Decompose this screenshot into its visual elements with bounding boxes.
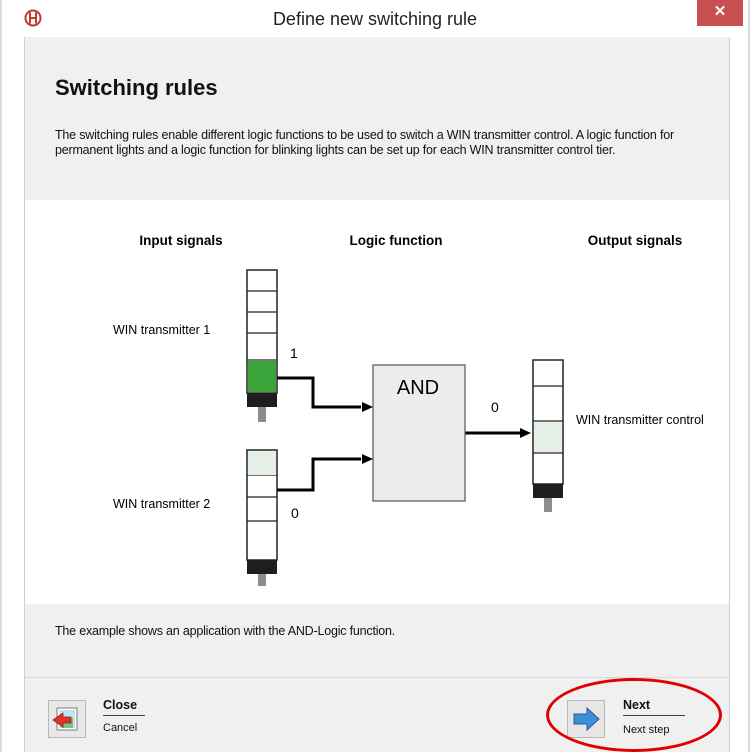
close-button[interactable]: Close Cancel	[25, 678, 225, 752]
lamp-on-segment	[248, 361, 276, 392]
dialog-window: Define new switching rule ✕ Switching ru…	[0, 0, 750, 752]
wire-input-2	[277, 457, 361, 492]
close-button-sub: Cancel	[103, 722, 138, 734]
output-signals-heading: Output signals	[588, 233, 683, 248]
input-tower-1	[246, 269, 278, 422]
logic-diagram-svg: Input signals Logic function Output sign…	[113, 233, 704, 586]
input-2-label: WIN transmitter 2	[113, 497, 210, 511]
input-signals-heading: Input signals	[139, 233, 222, 248]
input-2-value: 0	[291, 505, 299, 521]
input-tower-2	[246, 449, 278, 586]
page-heading: Switching rules	[55, 75, 218, 100]
gate-label: AND	[397, 377, 439, 399]
highlight-annotation-ring	[546, 678, 722, 752]
wire-input-1	[277, 376, 361, 409]
example-note: The example shows an application with th…	[55, 624, 396, 638]
dialog-content: Switching rules The switching rules enab…	[24, 37, 730, 752]
window-close-button[interactable]: ✕	[697, 0, 743, 26]
input-1-label: WIN transmitter 1	[113, 323, 210, 337]
title-bar: Define new switching rule ✕	[2, 0, 748, 37]
close-button-rule	[103, 715, 145, 716]
page-description: The switching rules enable different log…	[55, 128, 674, 157]
close-button-label: Close	[103, 698, 138, 712]
input-1-value: 1	[290, 345, 298, 361]
arrowhead-input-2	[362, 454, 373, 464]
window-title: Define new switching rule	[272, 9, 478, 29]
arrowhead-input-1	[362, 402, 373, 412]
output-value: 0	[491, 399, 499, 415]
cancel-icon	[48, 700, 86, 738]
output-label: WIN transmitter control	[576, 413, 704, 427]
arrowhead-output	[520, 428, 531, 438]
output-tower	[532, 359, 564, 512]
logic-function-heading: Logic function	[350, 233, 443, 248]
logic-diagram: Input signals Logic function Output sign…	[25, 200, 729, 604]
